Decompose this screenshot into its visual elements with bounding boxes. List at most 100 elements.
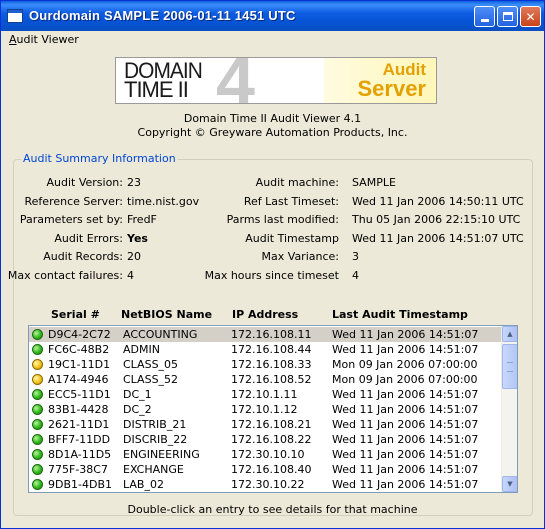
timestamp-cell: Wed 11 Jan 2006 14:51:07 (332, 478, 479, 491)
netbios-name-cell: DC_1 (123, 388, 152, 401)
ip-address-cell: 172.30.10.10 (231, 448, 305, 461)
summary-left-label: Audit Records: (43, 250, 123, 263)
timestamp-cell: Wed 11 Jan 2006 14:51:07 (332, 343, 479, 356)
netbios-name-cell: DISCRIB_22 (123, 433, 188, 446)
timestamp-cell: Wed 11 Jan 2006 14:51:07 (332, 448, 479, 461)
summary-right-label: Ref Last Timeset: (243, 195, 339, 208)
scroll-up-button[interactable]: ▲ (502, 326, 517, 342)
summary-right-value: SAMPLE (352, 176, 396, 189)
window-title: Ourdomain SAMPLE 2006-01-11 1451 UTC (29, 8, 296, 23)
menu-audit-viewer[interactable]: Audit Viewer (9, 33, 79, 46)
summary-right-value: Wed 11 Jan 2006 14:50:11 UTC (352, 195, 524, 208)
serial-cell: D9C4-2C72 (48, 328, 111, 341)
logo-server-text: Server (357, 76, 426, 101)
summary-left-value: time.nist.gov (127, 195, 200, 208)
audit-viewer-window: Ourdomain SAMPLE 2006-01-11 1451 UTC ✕ A… (0, 0, 545, 529)
scroll-down-button[interactable]: ▼ (502, 476, 517, 492)
timestamp-cell: Mon 09 Jan 2006 07:00:00 (332, 373, 478, 386)
machine-row[interactable]: A174-4946 CLASS_52 172.16.108.52 Mon 09 Jan… (29, 372, 502, 387)
ip-address-cell: 172.16.108.44 (231, 343, 312, 356)
title-bar[interactable]: Ourdomain SAMPLE 2006-01-11 1451 UTC ✕ (1, 1, 544, 31)
summary-left-value: FredF (127, 213, 157, 226)
machine-list[interactable]: D9C4-2C72 ACCOUNTING 172.16.108.11 Wed 11 J… (28, 325, 518, 493)
product-version-text: Domain Time II Audit Viewer 4.1 (183, 112, 362, 125)
scrollbar-thumb[interactable] (502, 344, 517, 389)
client-area: 4 DOMAIN TIME II Audit Server Domain Tim… (4, 49, 541, 526)
serial-cell: A174-4946 (48, 373, 109, 386)
status-warning-icon (32, 374, 43, 385)
logo-version-number: 4 (216, 57, 255, 104)
serial-cell: 2621-11D1 (48, 418, 110, 431)
serial-cell: BFF7-11DD (48, 433, 111, 446)
serial-cell: 83B1-4428 (48, 403, 109, 416)
timestamp-cell: Wed 11 Jan 2006 14:51:07 (332, 463, 479, 476)
maximize-button[interactable] (497, 6, 518, 27)
column-header-last-audit-timestamp[interactable]: Last Audit Timestamp (332, 308, 468, 321)
close-icon: ✕ (525, 9, 536, 24)
timestamp-cell: Wed 11 Jan 2006 14:51:07 (332, 433, 479, 446)
netbios-name-cell: CLASS_05 (123, 358, 179, 371)
status-ok-icon (32, 449, 43, 460)
column-header-serial[interactable]: Serial # (51, 308, 100, 321)
product-logo-banner: 4 DOMAIN TIME II Audit Server (115, 57, 437, 104)
summary-left-label: Max contact failures: (7, 269, 123, 282)
machine-row[interactable]: 83B1-4428 DC_2 172.10.1.12 Wed 11 Jan 2006 … (29, 402, 502, 417)
summary-right-label: Audit Timestamp (245, 232, 339, 245)
netbios-name-cell: CLASS_52 (123, 373, 179, 386)
logo-audit-server-panel: Audit Server (324, 58, 436, 103)
summary-left-value: 23 (127, 176, 141, 189)
column-header-ip-address[interactable]: IP Address (232, 308, 298, 321)
machine-row[interactable]: 2621-11D1 DISTRIB_21 172.16.108.21 Wed 11 J… (29, 417, 502, 432)
summary-right-label: Parms last modified: (226, 213, 339, 226)
logo-time-text: TIME II (124, 77, 189, 102)
timestamp-cell: Wed 11 Jan 2006 14:51:07 (332, 328, 479, 341)
machine-row[interactable]: FC6C-48B2 ADMIN 172.16.108.44 Wed 11 Jan 20… (29, 342, 502, 357)
summary-right-label: Audit machine: (255, 176, 339, 189)
ip-address-cell: 172.16.108.40 (231, 463, 312, 476)
machine-row[interactable]: ECC5-11D1 DC_1 172.10.1.11 Wed 11 Jan 2006 … (29, 387, 502, 402)
menu-bar: Audit Viewer (1, 31, 544, 48)
column-header-netbios-name[interactable]: NetBIOS Name (121, 308, 212, 321)
serial-cell: FC6C-48B2 (48, 343, 110, 356)
netbios-name-cell: ADMIN (123, 343, 160, 356)
status-warning-icon (32, 359, 43, 370)
summary-left-label: Audit Errors: (54, 232, 123, 245)
close-button[interactable]: ✕ (520, 6, 541, 27)
machine-row[interactable]: 9DB1-4DB1 LAB_02 172.30.10.22 Wed 11 Jan 20… (29, 477, 502, 492)
minimize-icon (480, 19, 489, 22)
machine-row[interactable]: 19C1-11D1 CLASS_05 172.16.108.33 Mon 09 Jan… (29, 357, 502, 372)
status-ok-icon (32, 389, 43, 400)
ip-address-cell: 172.16.108.11 (231, 328, 312, 341)
status-ok-icon (32, 329, 43, 340)
summary-left-value: 20 (127, 250, 141, 263)
summary-right-value: Thu 05 Jan 2006 22:15:10 UTC (352, 213, 521, 226)
summary-left-value: Yes (127, 232, 148, 245)
machine-row[interactable]: 775F-38C7 EXCHANGE 172.16.108.40 Wed 11 Jan… (29, 462, 502, 477)
ip-address-cell: 172.10.1.12 (231, 403, 298, 416)
minimize-button[interactable] (474, 6, 495, 27)
machine-row[interactable]: BFF7-11DD DISCRIB_22 172.16.108.22 Wed 11 J… (29, 432, 502, 447)
ip-address-cell: 172.16.108.21 (231, 418, 312, 431)
vertical-scrollbar[interactable]: ▲ ▼ (501, 326, 517, 492)
summary-right-label: Max Variance: (261, 250, 339, 263)
maximize-icon (502, 12, 513, 21)
machine-row[interactable]: 8D1A-11D5 ENGINEERING 172.30.10.10 Wed 11 J… (29, 447, 502, 462)
netbios-name-cell: ACCOUNTING (123, 328, 198, 341)
double-click-hint: Double-click an entry to see details for… (127, 503, 418, 516)
summary-right-value: 4 (352, 269, 359, 282)
scroll-down-icon: ▼ (507, 480, 513, 488)
netbios-name-cell: LAB_02 (123, 478, 164, 491)
serial-cell: ECC5-11D1 (48, 388, 111, 401)
serial-cell: 8D1A-11D5 (48, 448, 112, 461)
summary-left-label: Parameters set by: (19, 213, 123, 226)
menu-audit-viewer-accel: A (9, 33, 17, 46)
audit-summary-label: Audit Summary Information (21, 152, 178, 165)
netbios-name-cell: EXCHANGE (123, 463, 184, 476)
timestamp-cell: Wed 11 Jan 2006 14:51:07 (332, 403, 479, 416)
ip-address-cell: 172.16.108.52 (231, 373, 312, 386)
timestamp-cell: Wed 11 Jan 2006 14:51:07 (332, 388, 479, 401)
machine-row[interactable]: D9C4-2C72 ACCOUNTING 172.16.108.11 Wed 11 J… (29, 327, 502, 342)
app-window-icon[interactable] (7, 9, 23, 23)
summary-right-label: Max hours since timeset (204, 269, 339, 282)
serial-cell: 775F-38C7 (48, 463, 108, 476)
